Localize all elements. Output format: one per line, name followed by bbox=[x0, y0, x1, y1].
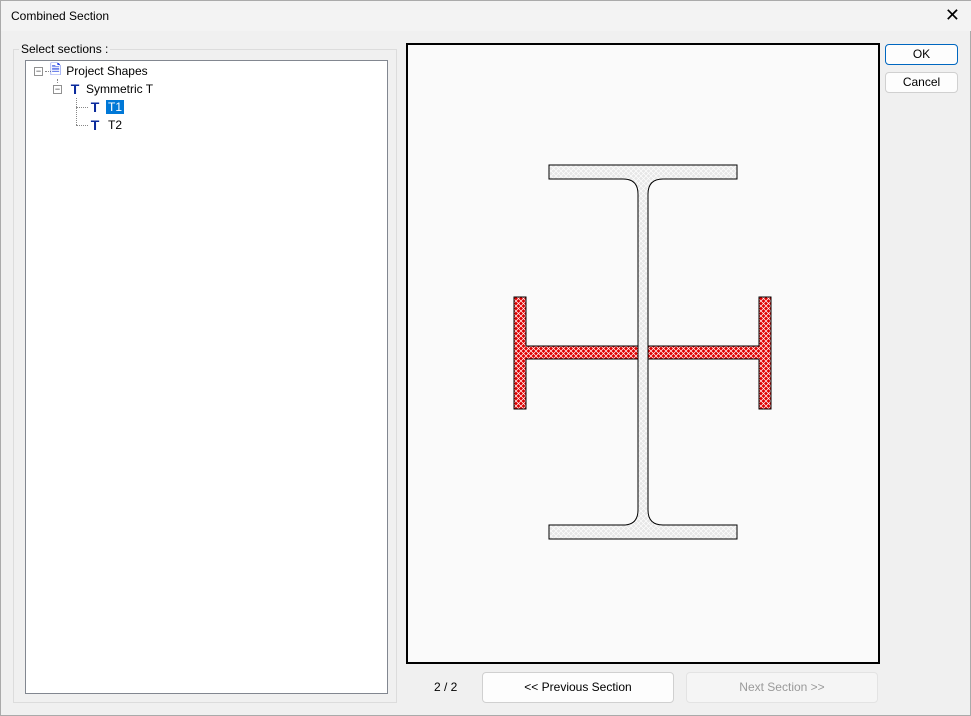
ok-button[interactable]: OK bbox=[885, 44, 958, 65]
cancel-button[interactable]: Cancel bbox=[885, 72, 958, 93]
title-bar: Combined Section ✕ bbox=[1, 1, 971, 31]
tree-node-label: Symmetric T bbox=[86, 82, 154, 96]
section-drawing bbox=[513, 164, 772, 540]
tree-node-symmetric-t[interactable]: − T Symmetric T bbox=[53, 80, 153, 98]
collapse-icon[interactable]: − bbox=[34, 66, 43, 76]
select-sections-label: Select sections : bbox=[19, 42, 111, 56]
section-preview bbox=[406, 43, 880, 664]
combined-t-shape bbox=[513, 296, 639, 410]
tree-node-t2[interactable]: T T2 bbox=[88, 116, 122, 134]
tree-node-label: Project Shapes bbox=[66, 64, 148, 78]
window-title: Combined Section bbox=[11, 9, 110, 23]
tree-node-label: T2 bbox=[108, 118, 123, 132]
combined-t-shape bbox=[647, 296, 772, 410]
tree-node-project-shapes[interactable]: − 🗎 Project Shapes bbox=[34, 61, 148, 80]
section-tree[interactable]: − 🗎 Project Shapes − T Symmetric T T T1 … bbox=[25, 60, 388, 694]
close-icon[interactable]: ✕ bbox=[945, 5, 960, 26]
next-section-button: Next Section >> bbox=[686, 672, 878, 703]
t-shape-icon: T bbox=[90, 99, 100, 115]
tree-node-label: T1 bbox=[106, 100, 125, 114]
previous-section-button[interactable]: << Previous Section bbox=[482, 672, 674, 703]
t-shape-icon: T bbox=[90, 117, 100, 133]
page-indicator: 2 / 2 bbox=[434, 680, 458, 694]
collapse-icon[interactable]: − bbox=[53, 84, 62, 94]
tree-node-t1[interactable]: T T1 bbox=[88, 98, 125, 116]
t-shape-icon: T bbox=[70, 81, 80, 97]
